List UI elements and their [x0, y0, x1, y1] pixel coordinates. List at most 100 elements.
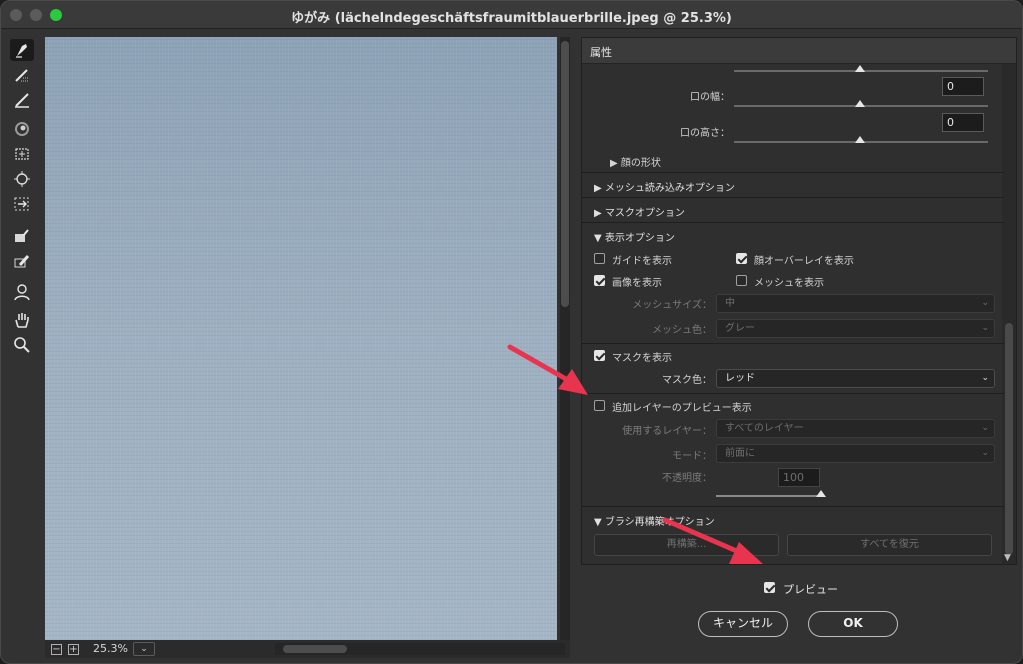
preview-label: プレビュー [783, 583, 838, 596]
annotation-arrow-icon [662, 517, 763, 564]
scroll-down-icon[interactable]: ▼ [1004, 553, 1011, 563]
show-image-label: 画像を表示 [612, 278, 662, 289]
face-tool[interactable] [10, 281, 34, 303]
face-shape-toggle[interactable]: ▶ 顔の形状 [610, 154, 661, 169]
canvas-vertical-scroll-thumb[interactable] [561, 41, 569, 307]
zoom-in-button[interactable]: + [68, 644, 79, 655]
thaw-mask-tool[interactable] [10, 250, 34, 272]
mouth-width-knob[interactable] [855, 100, 865, 107]
load-mesh-section[interactable]: ▶ メッシュ読み込みオプション [582, 172, 1004, 197]
view-options-label: ▼ 表示オプション [594, 233, 675, 244]
zoom-level: 25.3% [93, 642, 128, 655]
show-mask-label: マスクを表示 [612, 353, 672, 364]
forward-warp-tool[interactable] [10, 39, 34, 61]
canvas-horizontal-scroll-thumb[interactable] [283, 645, 347, 653]
mask-color-label: マスク色： [662, 375, 712, 386]
liquify-window: ゆがみ (lächelndegeschäftsfraumitblauerbril… [0, 0, 1023, 664]
opacity-label: 不透明度： [662, 473, 712, 484]
restore-all-button[interactable]: すべてを復元 [787, 534, 992, 556]
chevron-down-icon: ⌄ [981, 323, 989, 333]
twirl-icon [15, 122, 29, 136]
show-face-overlay-checkbox[interactable] [736, 253, 747, 264]
properties-scroll-thumb[interactable] [1005, 323, 1013, 555]
hand-icon [15, 313, 29, 328]
chevron-down-icon[interactable]: ⌄ [133, 642, 155, 656]
show-face-overlay-label: 顔オーバーレイを表示 [754, 256, 854, 267]
mouth-width-label: 口の幅： [690, 92, 730, 103]
mesh-color-value: グレー [725, 323, 755, 334]
bloat-tool[interactable] [10, 168, 34, 190]
opacity-input[interactable]: 100 [778, 468, 820, 487]
mesh-color-select[interactable]: グレー ⌄ [716, 319, 995, 338]
twirl-tool[interactable] [10, 118, 34, 140]
properties-title: 属性 [590, 46, 612, 59]
show-backdrop-checkbox[interactable] [594, 400, 605, 411]
use-layer-select[interactable]: すべてのレイヤー ⌄ [716, 419, 995, 438]
show-mesh-checkbox[interactable] [736, 275, 747, 286]
mask-options-label: ▶ マスクオプション [594, 208, 685, 219]
properties-panel: 属性 ▼ 口の幅： 0 口の高さ： 0 ▶ 顔の形状 ▶ メッシュ読み込みオプシ… [581, 37, 1017, 565]
use-layer-label: 使用するレイヤー： [622, 426, 712, 437]
mask-options-section[interactable]: ▶ マスクオプション [582, 197, 1004, 222]
window-title: ゆがみ (lächelndegeschäftsfraumitblauerbril… [291, 11, 732, 26]
title-bar: ゆがみ (lächelndegeschäftsfraumitblauerbril… [1, 1, 1022, 29]
divider [582, 393, 1004, 394]
chevron-down-icon: ⌄ [981, 298, 989, 308]
show-guides-checkbox[interactable] [594, 253, 605, 264]
zoom-out-button[interactable]: − [51, 644, 62, 655]
mask-color-value: レッド [725, 373, 755, 384]
mode-value: 前面に [725, 448, 755, 459]
divider [582, 343, 1004, 344]
zoom-tool[interactable] [10, 334, 34, 356]
properties-header: 属性 [582, 38, 1016, 64]
canvas-horizontal-scrollbar[interactable] [275, 643, 565, 655]
chevron-down-icon: ⌄ [981, 373, 989, 383]
smooth-tool[interactable] [10, 89, 34, 111]
reconstruct-tool[interactable] [10, 65, 34, 87]
freeze-mask-icon [15, 229, 29, 242]
show-backdrop-label: 追加レイヤーのプレビュー表示 [612, 403, 752, 414]
preview-canvas[interactable] [45, 37, 557, 640]
mesh-size-select[interactable]: 中 ⌄ [716, 294, 995, 313]
opacity-knob[interactable] [816, 490, 826, 497]
pucker-icon [15, 148, 29, 160]
preview-checkbox[interactable] [764, 582, 775, 593]
pucker-tool[interactable] [10, 143, 34, 165]
cancel-button[interactable]: キャンセル [698, 611, 788, 637]
mesh-size-value: 中 [725, 298, 735, 309]
face-tool-icon [14, 284, 30, 301]
mouth-height-input[interactable]: 0 [942, 113, 984, 132]
mouth-height-knob[interactable] [855, 136, 865, 143]
chevron-down-icon: ⌄ [981, 423, 989, 433]
slider-knob-top[interactable] [855, 65, 865, 72]
freeze-mask-tool[interactable] [10, 225, 34, 247]
brush-reconstruct-section[interactable]: ▼ ブラシ再構築オプション [582, 506, 1004, 531]
bloat-icon [14, 171, 30, 187]
push-left-tool[interactable] [10, 193, 34, 215]
status-bar: − + 25.3% ⌄ [45, 640, 570, 658]
mode-select[interactable]: 前面に ⌄ [716, 444, 995, 463]
annotation-arrow-icon [507, 344, 588, 395]
mouth-height-label: 口の高さ： [680, 128, 730, 139]
mask-color-select[interactable]: レッド ⌄ [716, 369, 995, 388]
use-layer-value: すべてのレイヤー [725, 423, 804, 434]
mode-label: モード： [672, 451, 712, 462]
hand-tool[interactable] [10, 309, 34, 331]
mesh-color-label: メッシュ色： [652, 325, 712, 336]
ok-button[interactable]: OK [808, 611, 898, 637]
view-options-section[interactable]: ▼ 表示オプション [582, 222, 1004, 247]
show-image-checkbox[interactable] [594, 275, 605, 286]
canvas-vertical-scrollbar[interactable] [560, 37, 570, 640]
mouth-width-input[interactable]: 0 [942, 77, 984, 96]
load-mesh-label: ▶ メッシュ読み込みオプション [594, 183, 735, 194]
image-preview [45, 37, 557, 640]
smooth-icon [15, 93, 29, 108]
zoom-level-field[interactable]: 25.3% ⌄ [89, 641, 155, 657]
zoom-icon [14, 337, 30, 353]
mesh-size-label: メッシュサイズ： [632, 300, 712, 311]
thaw-mask-icon [14, 255, 30, 268]
properties-scrollbar[interactable]: ▼ [1002, 64, 1016, 564]
forward-warp-icon [16, 44, 27, 58]
chevron-down-icon: ⌄ [981, 448, 989, 458]
opacity-slider[interactable] [716, 495, 824, 497]
